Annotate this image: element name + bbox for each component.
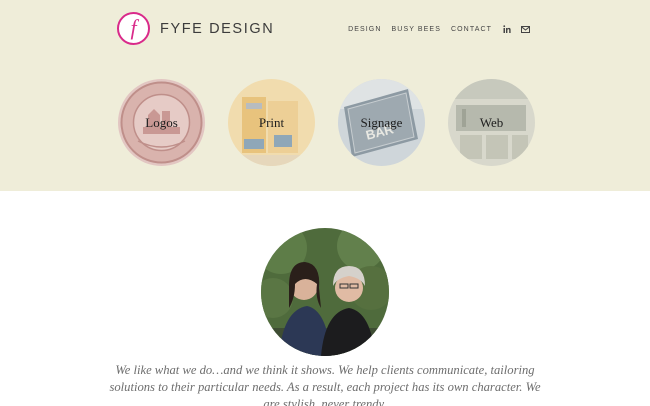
intro-line: We like what we do…and we think it shows… bbox=[115, 363, 535, 377]
nav-contact[interactable]: CONTACT bbox=[451, 26, 492, 33]
service-logos[interactable]: Logos bbox=[118, 79, 205, 166]
intro-text: We like what we do…and we think it shows… bbox=[105, 362, 545, 406]
service-label-print: Print bbox=[258, 114, 285, 130]
service-label-logos: Logos bbox=[145, 114, 178, 130]
service-signage[interactable]: BAR Signage bbox=[338, 79, 425, 166]
nav-design[interactable]: DESIGN bbox=[348, 26, 381, 33]
team-photo bbox=[261, 228, 389, 356]
intro-line: solutions to their particular needs. As … bbox=[109, 380, 541, 394]
main-nav: DESIGN BUSY BEES CONTACT bbox=[338, 25, 530, 33]
intro-line: are stylish, never trendy. bbox=[263, 397, 387, 406]
service-print[interactable]: Print bbox=[228, 79, 315, 166]
brand-name: FYFE DESIGN bbox=[160, 20, 275, 37]
logo-mark-icon: f bbox=[117, 12, 150, 45]
service-web[interactable]: Web bbox=[448, 79, 535, 166]
hero-banner: f FYFE DESIGN DESIGN BUSY BEES CONTACT L… bbox=[0, 0, 650, 191]
brand-logo[interactable]: f FYFE DESIGN bbox=[117, 12, 274, 45]
service-label-signage: Signage bbox=[360, 114, 403, 130]
nav-busy-bees[interactable]: BUSY BEES bbox=[392, 26, 441, 33]
service-label-web: Web bbox=[479, 114, 504, 130]
email-icon[interactable] bbox=[521, 25, 530, 33]
services-row: Logos Print BAR Signage Web bbox=[118, 79, 535, 166]
linkedin-icon[interactable] bbox=[502, 25, 511, 33]
